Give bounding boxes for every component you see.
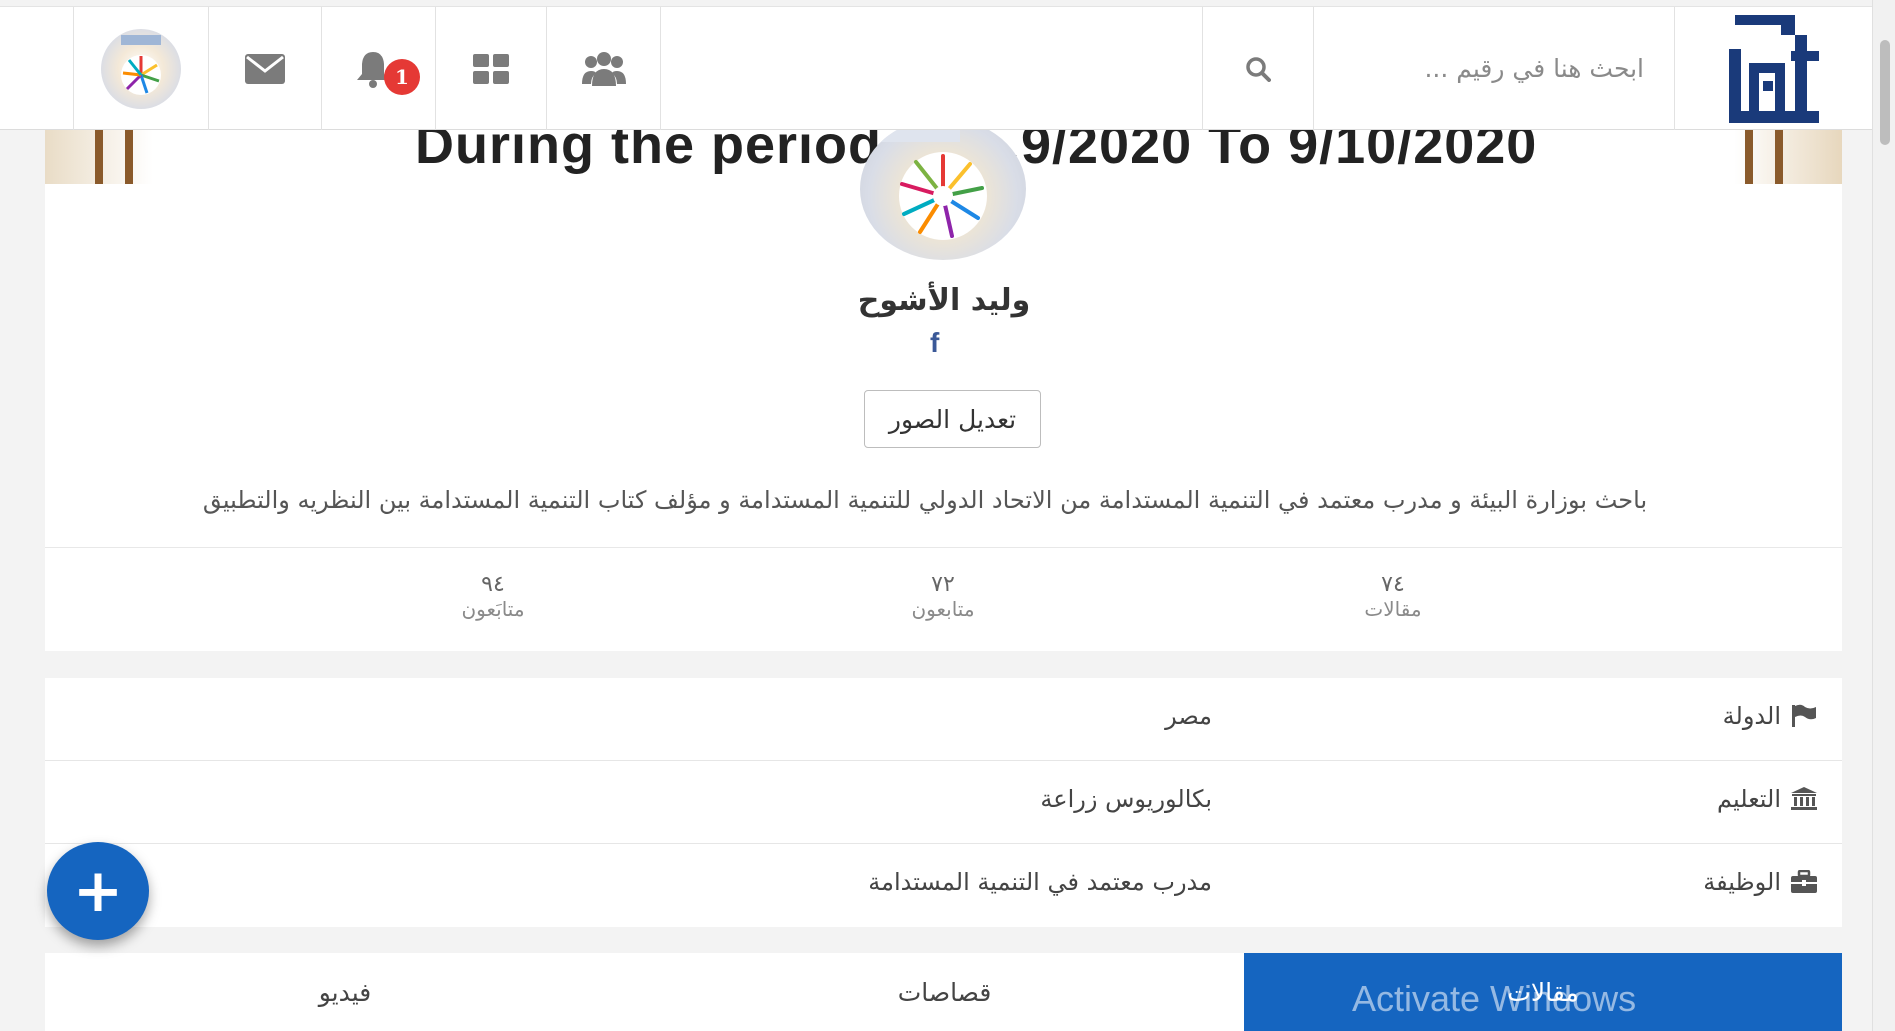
- stat-articles[interactable]: ٧٤ مقالات: [1313, 572, 1473, 621]
- info-row-job: الوظيفة مدرب معتمد في التنمية المستدامة: [45, 844, 1842, 927]
- cover-decoration: [1775, 130, 1783, 184]
- info-row-education: التعليم بكالوريوس زراعة: [45, 761, 1842, 844]
- briefcase-icon: [1791, 870, 1817, 893]
- notification-badge: 1: [384, 59, 420, 95]
- avatar: [101, 28, 181, 109]
- info-label-text: التعليم: [1717, 785, 1781, 813]
- tab-videos[interactable]: فيديو: [45, 953, 645, 1031]
- info-value: مصر: [1165, 702, 1212, 730]
- scrollbar-thumb[interactable]: [1880, 40, 1890, 145]
- notifications-button[interactable]: 1: [321, 7, 435, 130]
- header-spacer: [660, 7, 1202, 130]
- search-box[interactable]: [1313, 7, 1674, 130]
- profile-name: وليد الأشوح: [857, 283, 1031, 318]
- cover-decoration: [125, 130, 133, 184]
- envelope-icon: [245, 53, 285, 84]
- info-label: الدولة: [1723, 702, 1817, 730]
- stat-label: متابَعون: [461, 597, 525, 621]
- institution-icon: [1791, 787, 1817, 810]
- stat-followers[interactable]: ٧٢ متابعون: [863, 572, 1023, 621]
- top-navbar: 1: [0, 6, 1872, 130]
- profile-bio: باحث بوزارة البيئة و مدرب معتمد في التنم…: [202, 486, 1648, 514]
- info-value: مدرب معتمد في التنمية المستدامة: [868, 868, 1212, 896]
- search-input[interactable]: [1344, 54, 1644, 83]
- users-icon: [581, 51, 626, 86]
- tab-clippings[interactable]: قصاصات: [645, 953, 1244, 1031]
- search-button[interactable]: [1202, 7, 1313, 130]
- stat-label: متابعون: [911, 597, 975, 621]
- stat-following[interactable]: ٩٤ متابَعون: [413, 572, 573, 621]
- apps-grid-icon: [473, 53, 509, 84]
- info-label-text: الدولة: [1722, 702, 1781, 730]
- info-label: الوظيفة: [1703, 868, 1817, 896]
- profile-stats: ٧٤ مقالات ٧٢ متابعون ٩٤ متابَعون: [45, 547, 1842, 651]
- stat-value: ٩٤: [481, 572, 505, 597]
- edit-photos-button[interactable]: تعديل الصور: [864, 390, 1041, 448]
- stat-value: ٧٢: [931, 572, 955, 597]
- stat-label: مقالات: [1364, 597, 1422, 621]
- apps-button[interactable]: [435, 7, 546, 130]
- cover-decoration: [1745, 130, 1753, 184]
- page-scrollbar[interactable]: [1872, 0, 1895, 1031]
- add-post-button[interactable]: +: [47, 842, 149, 940]
- tab-articles[interactable]: مقالات: [1244, 953, 1842, 1031]
- logo[interactable]: [1674, 7, 1872, 130]
- info-row-country: الدولة مصر: [45, 678, 1842, 761]
- flag-icon: [1792, 704, 1816, 727]
- messages-button[interactable]: [208, 7, 321, 130]
- profile-tabs: مقالات قصاصات فيديو: [45, 953, 1842, 1031]
- profile-avatar-image: [880, 124, 987, 240]
- raqeem-logo-icon: [1728, 14, 1819, 123]
- info-label-text: الوظيفة: [1703, 868, 1781, 896]
- cover-decoration: [95, 130, 103, 184]
- info-label: التعليم: [1717, 785, 1817, 813]
- avatar-image: [121, 34, 161, 95]
- groups-button[interactable]: [546, 7, 660, 130]
- user-menu-button[interactable]: [73, 7, 208, 130]
- profile-info-card: الدولة مصر التعليم بكالوريوس زراعة الوظي…: [45, 678, 1842, 927]
- facebook-icon[interactable]: f: [930, 327, 939, 359]
- search-icon: [1246, 56, 1271, 82]
- info-value: بكالوريوس زراعة: [1040, 785, 1212, 813]
- stat-value: ٧٤: [1381, 572, 1405, 597]
- profile-avatar[interactable]: [860, 118, 1026, 260]
